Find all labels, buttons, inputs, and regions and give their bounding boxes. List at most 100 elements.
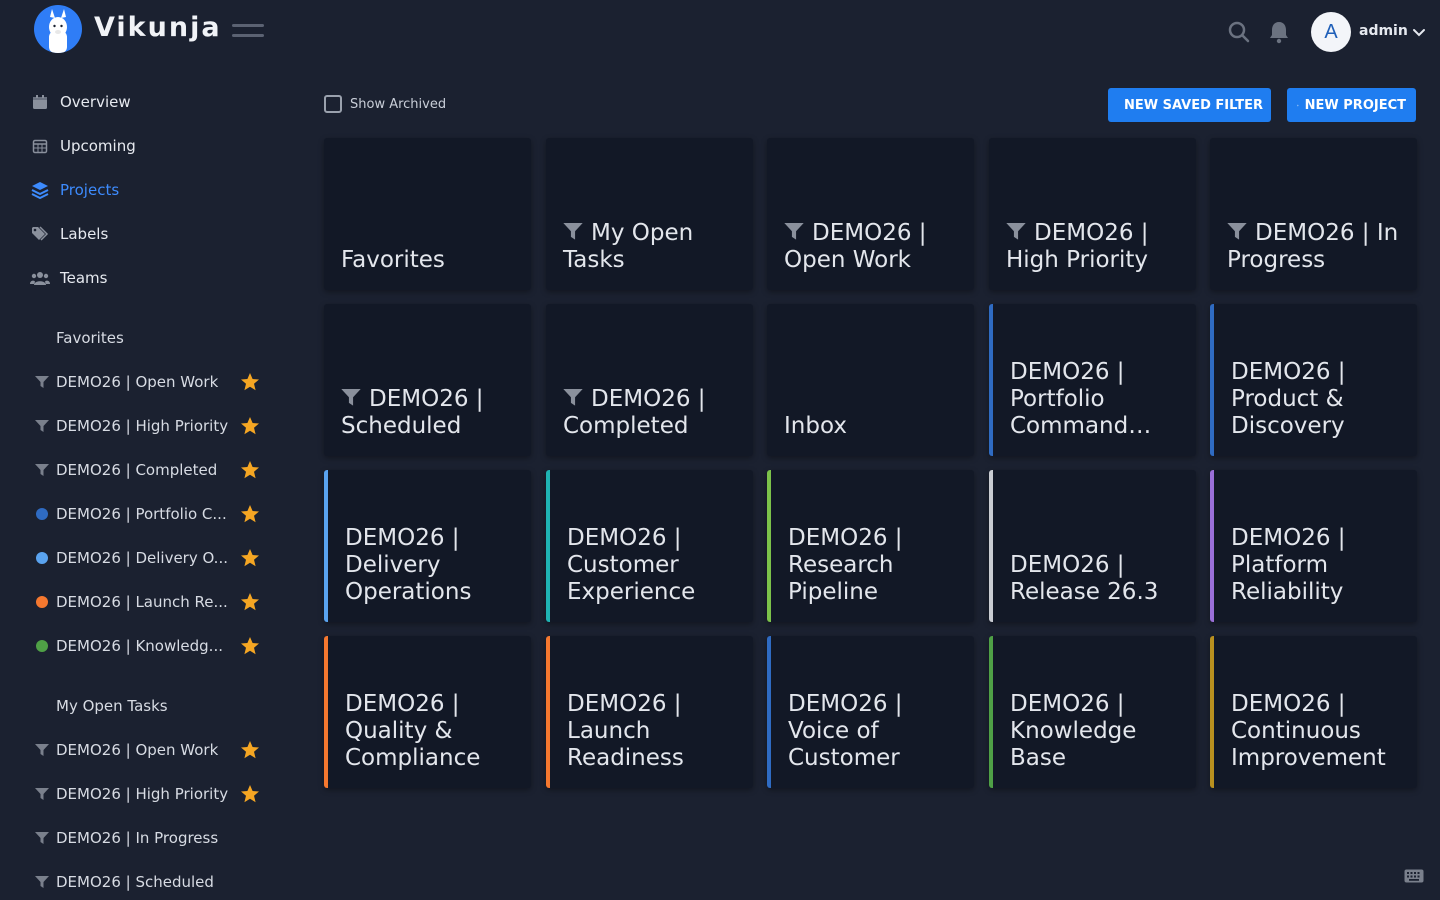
project-card[interactable]: My Open Tasks bbox=[546, 138, 753, 290]
star-icon[interactable] bbox=[240, 416, 260, 436]
new-saved-filter-button[interactable]: NEW SAVED FILTER bbox=[1108, 88, 1271, 122]
project-card[interactable]: DEMO26 | Launch Readiness bbox=[546, 636, 753, 788]
nav-overview[interactable]: Overview bbox=[30, 88, 131, 116]
project-card[interactable]: Inbox bbox=[767, 304, 974, 456]
top-header: Vikunja A admin bbox=[0, 0, 1440, 64]
project-color-dot bbox=[34, 596, 50, 608]
project-color-bar bbox=[1210, 304, 1214, 456]
star-icon[interactable] bbox=[240, 784, 260, 804]
sidebar-favorite-item[interactable]: DEMO26 | Launch Re... bbox=[34, 588, 266, 616]
star-icon[interactable] bbox=[240, 636, 260, 656]
star-icon[interactable] bbox=[240, 460, 260, 480]
project-card[interactable]: DEMO26 | Product & Discovery bbox=[1210, 304, 1417, 456]
sidebar-favorite-item[interactable]: DEMO26 | Completed bbox=[34, 456, 266, 484]
sidebar-filter-item[interactable]: DEMO26 | High Priority bbox=[34, 780, 266, 808]
project-card-title: DEMO26 | Quality & Compliance bbox=[345, 691, 519, 772]
star-icon[interactable] bbox=[240, 548, 260, 568]
sidebar-item-label: DEMO26 | Launch Re... bbox=[56, 593, 228, 611]
plus-icon bbox=[1297, 104, 1299, 106]
nav-label: Overview bbox=[60, 93, 131, 111]
project-color-bar bbox=[1210, 636, 1214, 788]
project-color-bar bbox=[546, 470, 550, 622]
project-card-title: Inbox bbox=[784, 413, 962, 440]
sidebar-favorite-item[interactable]: DEMO26 | Delivery O... bbox=[34, 544, 266, 572]
project-card[interactable]: DEMO26 | Release 26.3 bbox=[989, 470, 1196, 622]
project-card[interactable]: DEMO26 | Scheduled bbox=[324, 304, 531, 456]
project-card[interactable]: DEMO26 | Knowledge Base bbox=[989, 636, 1196, 788]
keyboard-shortcuts-icon[interactable] bbox=[1404, 868, 1424, 883]
avatar[interactable]: A bbox=[1311, 12, 1351, 52]
project-color-bar bbox=[1210, 470, 1214, 622]
project-card[interactable]: DEMO26 | Delivery Operations bbox=[324, 470, 531, 622]
project-card-title: DEMO26 | Open Work bbox=[784, 220, 962, 274]
filter-icon bbox=[1006, 221, 1026, 240]
star-icon[interactable] bbox=[240, 372, 260, 392]
filter-icon bbox=[34, 787, 50, 801]
nav-projects[interactable]: Projects bbox=[30, 176, 119, 204]
project-card[interactable]: DEMO26 | High Priority bbox=[989, 138, 1196, 290]
filter-icon bbox=[34, 875, 50, 889]
menu-toggle-icon[interactable] bbox=[232, 24, 264, 40]
star-icon[interactable] bbox=[240, 592, 260, 612]
users-icon bbox=[30, 268, 50, 288]
sidebar-filter-item[interactable]: DEMO26 | Scheduled bbox=[34, 868, 266, 896]
vikunja-logo-icon[interactable] bbox=[34, 5, 82, 53]
project-card[interactable]: DEMO26 | Platform Reliability bbox=[1210, 470, 1417, 622]
bell-icon[interactable] bbox=[1268, 20, 1292, 44]
layers-icon bbox=[30, 180, 50, 200]
project-card[interactable]: Favorites bbox=[324, 138, 531, 290]
sidebar-item-label: DEMO26 | High Priority bbox=[56, 785, 229, 803]
project-card-label: DEMO26 | Open Work bbox=[784, 220, 927, 273]
filter-icon bbox=[563, 387, 583, 406]
project-card[interactable]: DEMO26 | Research Pipeline bbox=[767, 470, 974, 622]
sidebar-filter-item[interactable]: DEMO26 | In Progress bbox=[34, 824, 266, 852]
project-card[interactable]: DEMO26 | Voice of Customer bbox=[767, 636, 974, 788]
project-color-bar bbox=[767, 470, 771, 622]
nav-labels[interactable]: Labels bbox=[30, 220, 108, 248]
project-card[interactable]: DEMO26 | Quality & Compliance bbox=[324, 636, 531, 788]
sidebar-favorite-item[interactable]: DEMO26 | Portfolio C... bbox=[34, 500, 266, 528]
nav-upcoming[interactable]: Upcoming bbox=[30, 132, 136, 160]
project-card-label: DEMO26 | Delivery Operations bbox=[345, 525, 472, 605]
favorites-heading[interactable]: Favorites bbox=[56, 329, 124, 347]
sidebar-filter-item[interactable]: DEMO26 | Open Work bbox=[34, 736, 266, 764]
checkbox-box[interactable] bbox=[324, 95, 342, 113]
project-card-label: DEMO26 | Knowledge Base bbox=[1010, 691, 1137, 771]
search-icon[interactable] bbox=[1227, 20, 1251, 44]
sidebar-favorite-item[interactable]: DEMO26 | Knowledg... bbox=[34, 632, 266, 660]
project-card-label: DEMO26 | Customer Experience bbox=[567, 525, 696, 605]
project-color-bar bbox=[989, 304, 993, 456]
nav-teams[interactable]: Teams bbox=[30, 264, 107, 292]
project-card-title: My Open Tasks bbox=[563, 220, 741, 274]
project-card[interactable]: DEMO26 | Continuous Improvement bbox=[1210, 636, 1417, 788]
new-project-button[interactable]: NEW PROJECT bbox=[1287, 88, 1416, 122]
project-card-label: DEMO26 | Release 26.3 bbox=[1010, 552, 1159, 605]
project-card-label: DEMO26 | Launch Readiness bbox=[567, 691, 684, 771]
project-card[interactable]: DEMO26 | In Progress bbox=[1210, 138, 1417, 290]
project-card-label: DEMO26 | Continuous Improvement bbox=[1231, 691, 1386, 771]
sidebar-favorite-item[interactable]: DEMO26 | Open Work bbox=[34, 368, 266, 396]
sidebar-favorite-item[interactable]: DEMO26 | High Priority bbox=[34, 412, 266, 440]
calendar-grid-icon bbox=[30, 136, 50, 156]
project-color-bar bbox=[989, 470, 993, 622]
show-archived-checkbox[interactable]: Show Archived bbox=[324, 95, 446, 113]
app-name[interactable]: Vikunja bbox=[94, 12, 222, 43]
filter-icon bbox=[34, 463, 50, 477]
star-icon[interactable] bbox=[240, 504, 260, 524]
project-color-dot bbox=[34, 552, 50, 564]
project-card-label: DEMO26 | Platform Reliability bbox=[1231, 525, 1346, 605]
star-icon[interactable] bbox=[240, 740, 260, 760]
project-card[interactable]: DEMO26 | Customer Experience bbox=[546, 470, 753, 622]
chevron-down-icon[interactable] bbox=[1411, 24, 1427, 40]
username[interactable]: admin bbox=[1359, 23, 1408, 39]
project-card[interactable]: DEMO26 | Portfolio Command… bbox=[989, 304, 1196, 456]
nav-label: Labels bbox=[60, 225, 109, 243]
project-card-title: DEMO26 | Completed bbox=[563, 386, 741, 440]
my-open-tasks-heading[interactable]: My Open Tasks bbox=[56, 697, 168, 715]
filter-icon bbox=[1227, 221, 1247, 240]
project-card[interactable]: DEMO26 | Completed bbox=[546, 304, 753, 456]
project-card[interactable]: DEMO26 | Open Work bbox=[767, 138, 974, 290]
project-card-title: DEMO26 | Voice of Customer bbox=[788, 691, 962, 772]
filter-icon bbox=[34, 419, 50, 433]
sidebar-item-label: DEMO26 | In Progress bbox=[56, 829, 219, 847]
